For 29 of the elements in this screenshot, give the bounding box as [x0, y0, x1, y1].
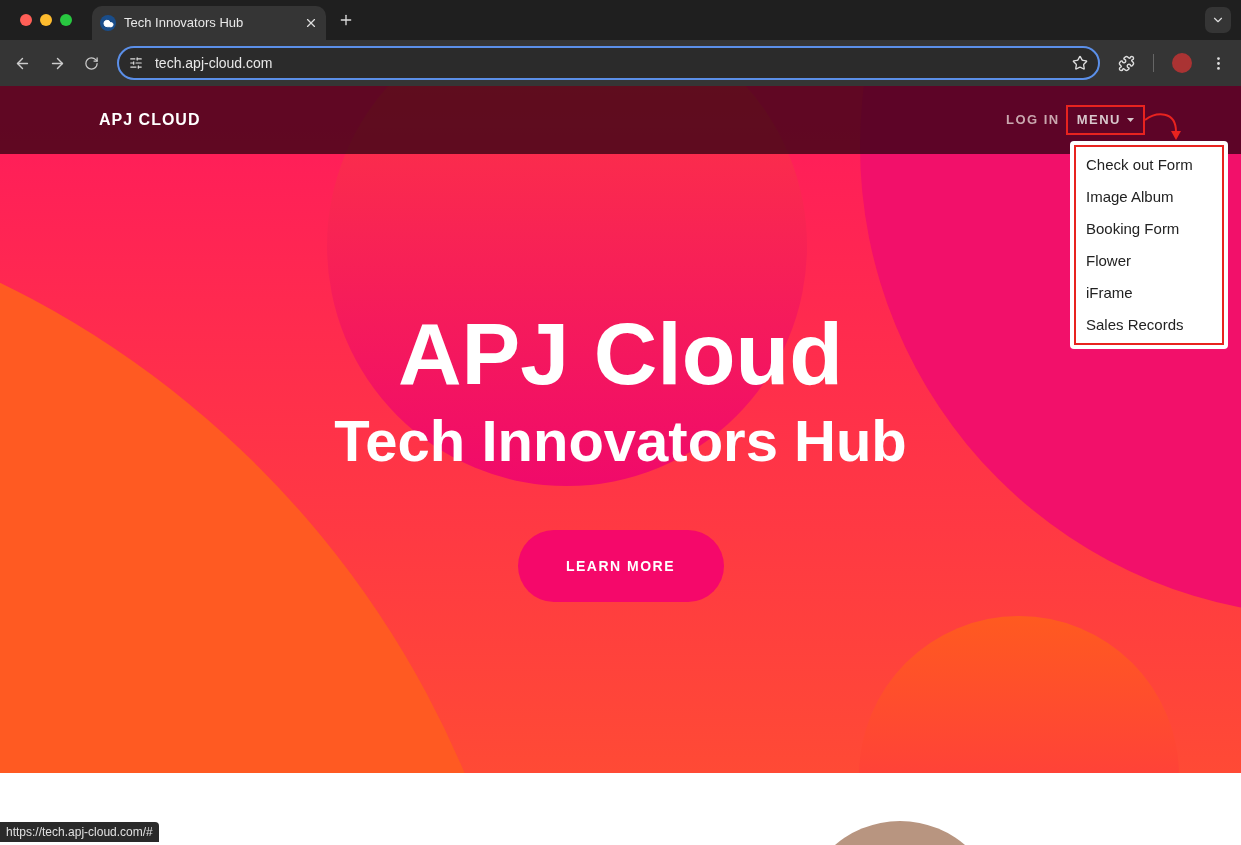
close-tab-icon[interactable]	[304, 16, 318, 30]
menu-item[interactable]: Booking Form	[1076, 213, 1222, 245]
menu-item[interactable]: Flower	[1076, 245, 1222, 277]
menu-item[interactable]: Image Album	[1076, 181, 1222, 213]
menu-item[interactable]: Check out Form	[1076, 149, 1222, 181]
menu-item[interactable]: Sales Records	[1076, 309, 1222, 341]
reload-icon[interactable]	[83, 55, 99, 71]
url-text: tech.apj-cloud.com	[154, 53, 274, 73]
site-settings-icon[interactable]	[128, 56, 143, 70]
minimize-window-button[interactable]	[40, 14, 52, 26]
caret-icon	[1127, 118, 1134, 122]
maximize-window-button[interactable]	[60, 14, 72, 26]
browser-tab[interactable]: Tech Innovators Hub	[92, 6, 326, 40]
learn-more-button[interactable]: LEARN MORE	[517, 530, 724, 602]
tab-search-button[interactable]	[1205, 7, 1231, 33]
menu-item[interactable]: iFrame	[1076, 277, 1222, 309]
bookmark-star-icon[interactable]	[1072, 55, 1089, 71]
close-window-button[interactable]	[20, 14, 32, 26]
menu-dropdown-button[interactable]: MENU	[1065, 105, 1145, 135]
extensions-icon[interactable]	[1118, 54, 1136, 72]
annotation-arrow	[1144, 112, 1184, 142]
cloud-icon	[100, 15, 116, 31]
new-tab-icon[interactable]	[338, 12, 354, 28]
hero-title: APJ Cloud	[398, 304, 843, 404]
hero-subtitle: Tech Innovators Hub	[334, 407, 907, 475]
status-url: https://tech.apj-cloud.com/#	[0, 822, 159, 842]
login-link[interactable]: LOG IN	[1005, 110, 1060, 130]
brand-logo-text: APJ CLOUD	[99, 110, 201, 130]
address-bar[interactable]: tech.apj-cloud.com	[116, 46, 1101, 80]
